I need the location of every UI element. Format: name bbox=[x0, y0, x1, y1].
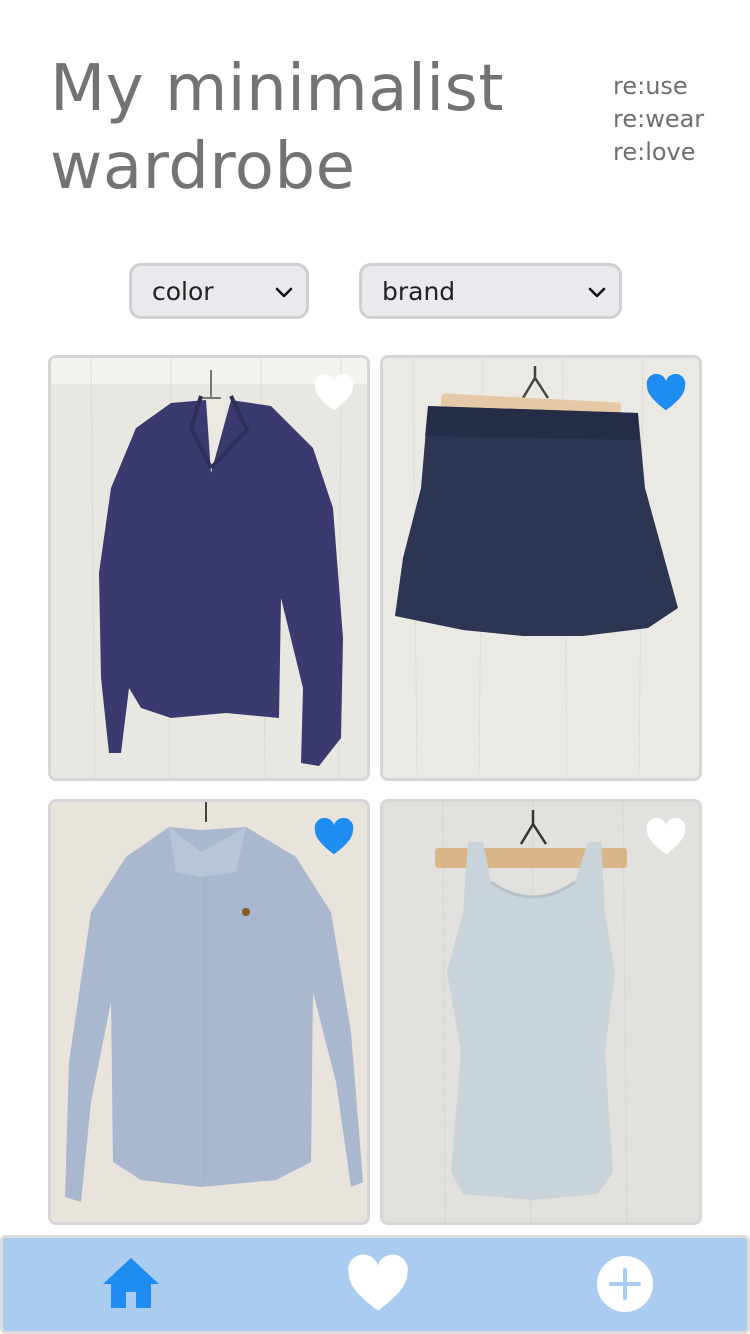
tagline-line: re:love bbox=[613, 138, 696, 166]
favorite-heart-icon[interactable] bbox=[313, 374, 355, 412]
brand-filter-select[interactable]: brand bbox=[359, 263, 622, 319]
tagline-line: re:wear bbox=[613, 105, 705, 133]
tagline-line: re:use bbox=[613, 72, 688, 100]
wardrobe-item-card[interactable] bbox=[380, 355, 702, 781]
color-filter-select[interactable]: color bbox=[129, 263, 309, 319]
favorite-heart-icon[interactable] bbox=[645, 818, 687, 856]
bottom-nav-bar bbox=[0, 1235, 750, 1334]
item-photo-shirt bbox=[51, 802, 367, 1222]
item-photo-sweater bbox=[51, 358, 367, 778]
heart-icon[interactable] bbox=[346, 1252, 410, 1316]
wardrobe-item-card[interactable] bbox=[380, 799, 702, 1225]
tagline: re:use re:wear re:love bbox=[613, 70, 704, 169]
brand-filter-value: brand bbox=[382, 276, 456, 306]
wardrobe-item-card[interactable] bbox=[48, 799, 370, 1225]
color-filter-value: color bbox=[152, 276, 214, 306]
favorite-heart-icon[interactable] bbox=[313, 818, 355, 856]
page-title: My minimalist wardrobe bbox=[50, 52, 504, 204]
plus-icon[interactable] bbox=[593, 1252, 657, 1316]
wardrobe-item-card[interactable] bbox=[48, 355, 370, 781]
favorite-heart-icon[interactable] bbox=[645, 374, 687, 412]
item-photo-skirt bbox=[383, 358, 699, 778]
home-icon[interactable] bbox=[99, 1252, 163, 1316]
chevron-down-icon bbox=[275, 287, 293, 298]
item-photo-tank-top bbox=[383, 802, 699, 1222]
chevron-down-icon bbox=[588, 287, 606, 298]
